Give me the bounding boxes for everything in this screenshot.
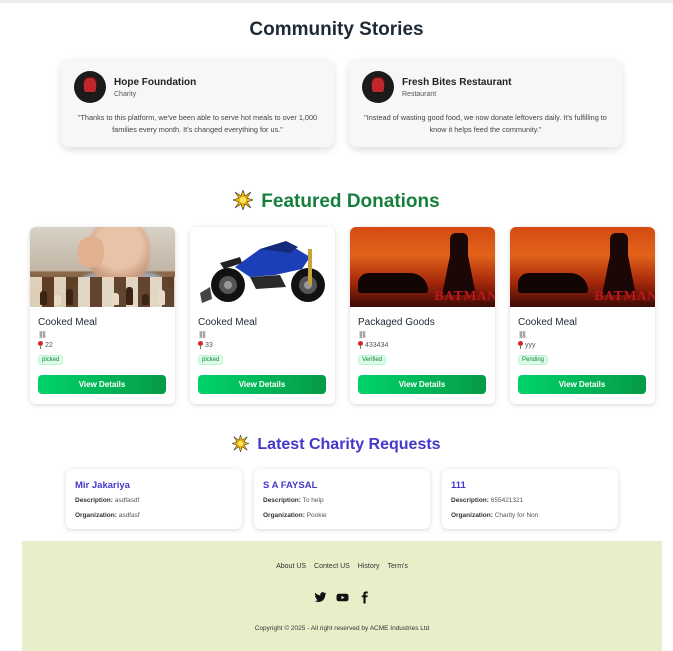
quantity-icon: ⛓ <box>358 332 367 339</box>
story-quote: "Instead of wasting good food, we now do… <box>364 113 607 134</box>
latest-requests-title: Latest Charity Requests <box>0 435 673 454</box>
view-details-button[interactable]: View Details <box>358 375 486 394</box>
top-divider <box>0 0 673 3</box>
footer-link-about[interactable]: About US <box>276 563 306 570</box>
donation-title: Cooked Meal <box>38 317 97 328</box>
charity-request-card[interactable]: S A FAYSAL Description: To help Organiza… <box>254 469 430 529</box>
motorcycle-image <box>200 241 325 303</box>
featured-title-text: Featured Donations <box>261 191 440 212</box>
donation-card: BATMAN Cooked Meal ⛓ yyy Pending View De… <box>510 227 655 404</box>
story-name: Fresh Bites Restaurant <box>402 77 512 88</box>
copyright-text: Copyright © 2025 - All right reserved by… <box>254 625 430 632</box>
status-badge: Pending <box>518 355 549 365</box>
avatar <box>74 71 106 103</box>
status-badge: picked <box>198 355 224 365</box>
story-card: Fresh Bites Restaurant Restaurant "Inste… <box>349 59 622 147</box>
location-pin-icon <box>198 341 203 349</box>
footer: About US Contect US History Term's Copyr… <box>22 541 662 651</box>
location-pin-icon <box>38 341 43 349</box>
avatar <box>362 71 394 103</box>
request-name: Mir Jakariya <box>75 480 130 491</box>
sparkle-burst-icon <box>233 190 254 210</box>
request-organization: Organization: Pookie <box>263 512 327 519</box>
donation-image <box>190 227 335 307</box>
youtube-icon[interactable] <box>336 591 349 604</box>
request-name: S A FAYSAL <box>263 480 318 491</box>
location-text: 22 <box>45 341 53 349</box>
donation-location: 433434 <box>358 341 388 349</box>
location-text: 33 <box>205 341 213 349</box>
view-details-button[interactable]: View Details <box>198 375 326 394</box>
location-pin-icon <box>358 341 363 349</box>
story-name: Hope Foundation <box>114 77 197 88</box>
community-stories-title: Community Stories <box>249 19 424 40</box>
donation-location: yyy <box>518 341 536 349</box>
story-role: Charity <box>114 91 137 98</box>
donation-image: BATMAN <box>510 227 655 307</box>
quantity-icon: ⛓ <box>38 332 47 339</box>
latest-title-text: Latest Charity Requests <box>257 436 441 453</box>
location-text: yyy <box>525 341 536 349</box>
view-details-button[interactable]: View Details <box>38 375 166 394</box>
footer-link-terms[interactable]: Term's <box>388 563 408 570</box>
donation-title: Cooked Meal <box>198 317 257 328</box>
request-name: 111 <box>451 480 466 491</box>
social-links <box>22 591 662 604</box>
donation-location: 33 <box>198 341 213 349</box>
quantity-icon: ⛓ <box>198 332 207 339</box>
donation-image <box>30 227 175 307</box>
request-organization: Organization: Charity for Non <box>451 512 539 519</box>
sparkle-burst-icon <box>232 435 250 452</box>
footer-link-history[interactable]: History <box>358 563 380 570</box>
donation-card: Cooked Meal ⛓ 22 picked View Details <box>30 227 175 404</box>
charity-request-card[interactable]: Mir Jakariya Description: asdfasdf Organ… <box>66 469 242 529</box>
batman-logo-text: BATMAN <box>594 289 655 303</box>
donation-title: Packaged Goods <box>358 317 435 328</box>
twitter-icon[interactable] <box>314 591 327 604</box>
story-quote: "Thanks to this platform, we've been abl… <box>77 113 318 134</box>
featured-donations-title: Featured Donations <box>0 190 673 213</box>
donation-card: Cooked Meal ⛓ 33 picked View Details <box>190 227 335 404</box>
request-organization: Organization: asdfasf <box>75 512 140 519</box>
facebook-icon[interactable] <box>358 591 371 604</box>
request-description: Description: 655421321 <box>451 497 524 504</box>
status-badge: picked <box>38 355 64 365</box>
donation-image: BATMAN <box>350 227 495 307</box>
request-description: Description: asdfasdf <box>75 497 140 504</box>
view-details-button[interactable]: View Details <box>518 375 646 394</box>
status-badge: Verified <box>358 355 387 365</box>
request-description: Description: To help <box>263 497 324 504</box>
batman-logo-text: BATMAN <box>434 289 495 303</box>
donation-card: BATMAN Packaged Goods ⛓ 433434 Verified … <box>350 227 495 404</box>
location-text: 433434 <box>365 341 389 349</box>
quantity-icon: ⛓ <box>518 332 527 339</box>
story-role: Restaurant <box>402 91 437 98</box>
location-pin-icon <box>518 341 523 349</box>
charity-request-card[interactable]: 111 Description: 655421321 Organization:… <box>442 469 618 529</box>
donation-location: 22 <box>38 341 53 349</box>
footer-nav: About US Contect US History Term's <box>22 563 662 570</box>
story-card: Hope Foundation Charity "Thanks to this … <box>61 59 334 147</box>
footer-link-contact[interactable]: Contect US <box>314 563 350 570</box>
donation-title: Cooked Meal <box>518 317 577 328</box>
